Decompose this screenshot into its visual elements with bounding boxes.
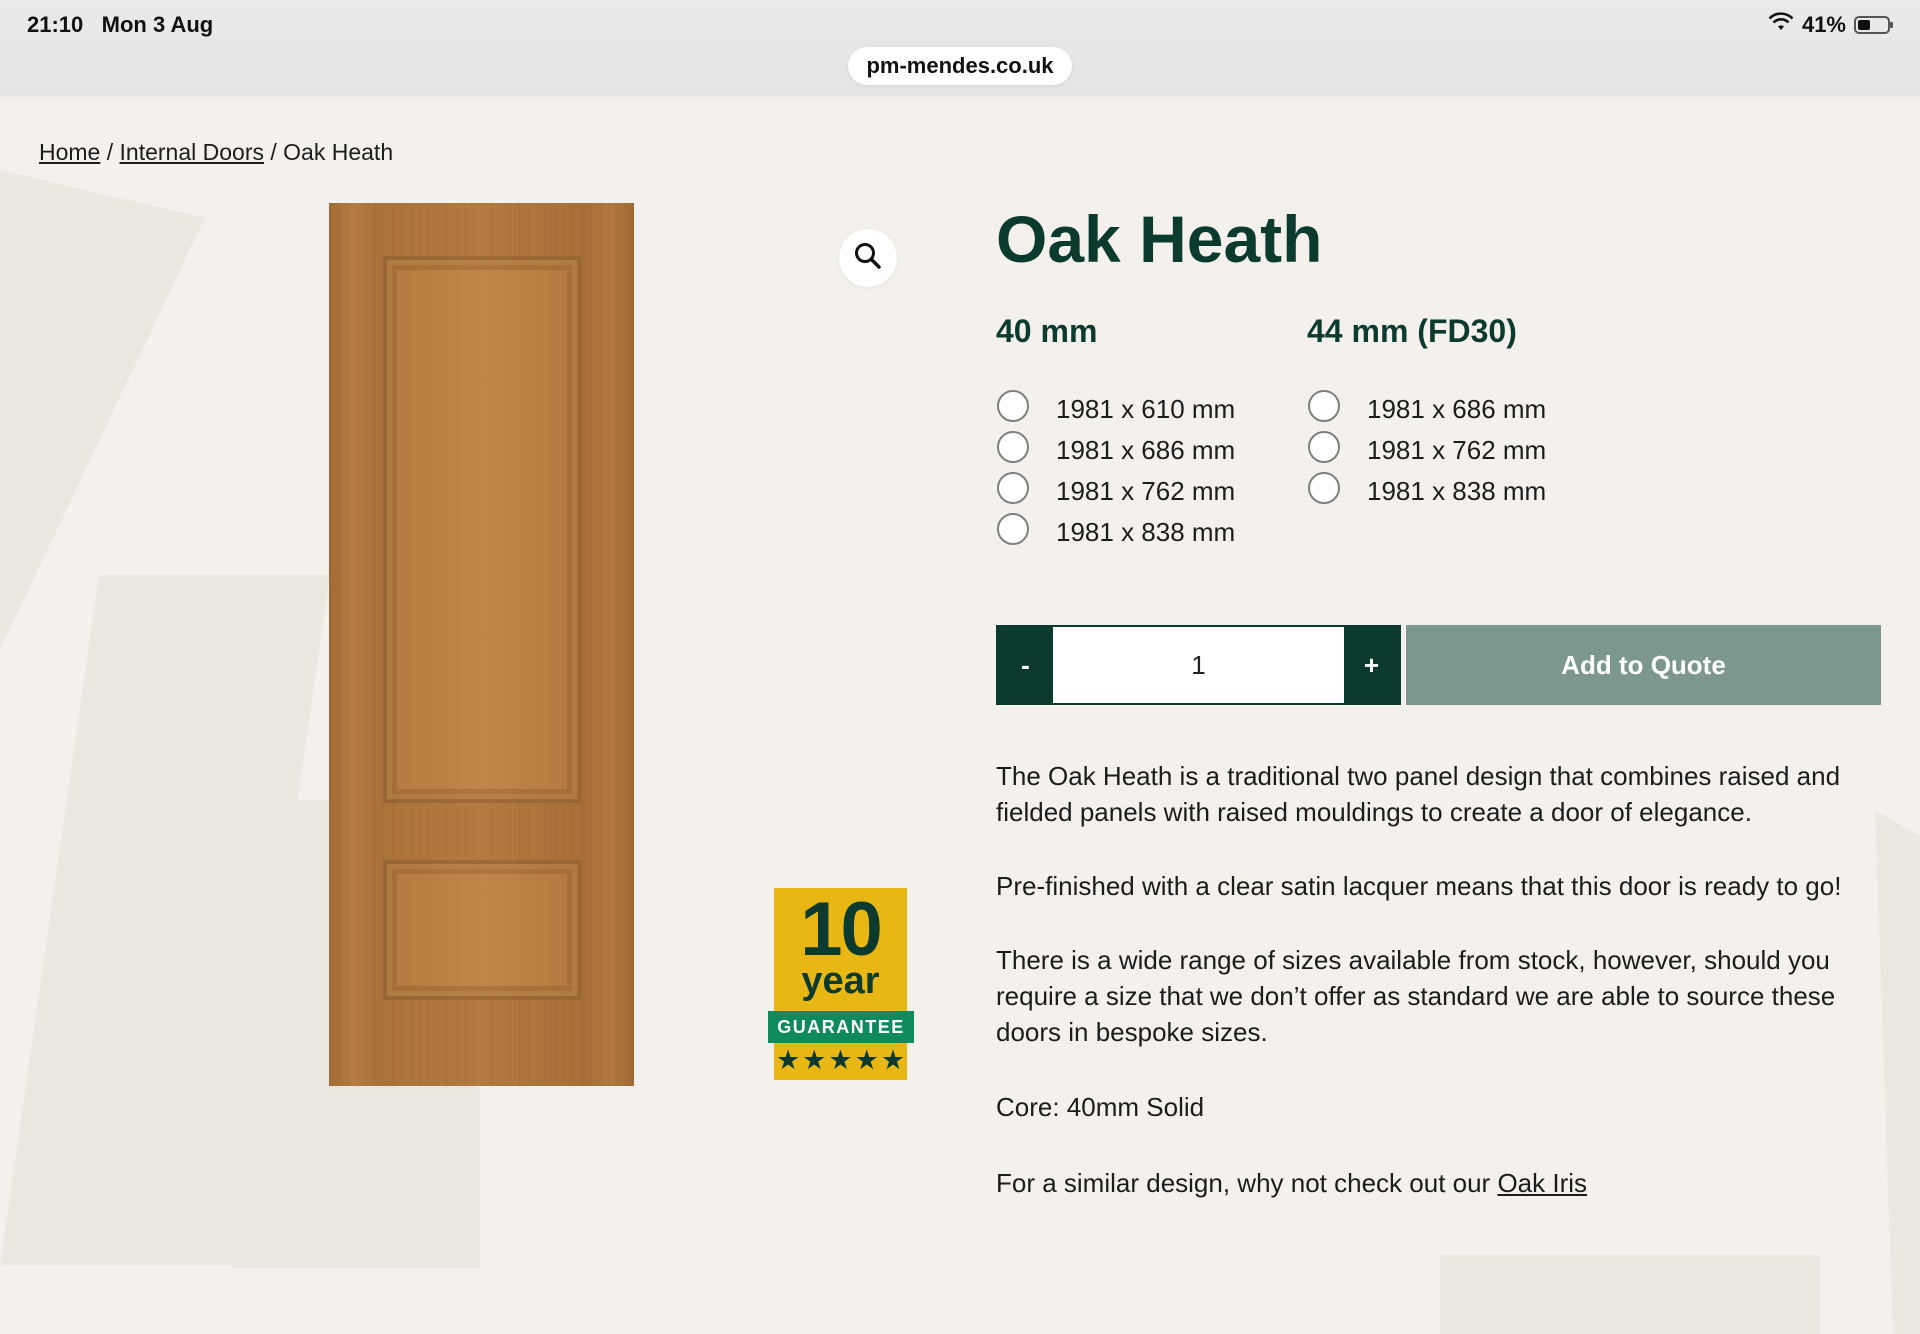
quantity-input[interactable]: 1 <box>1053 627 1344 703</box>
oak-iris-link[interactable]: Oak Iris <box>1497 1168 1587 1198</box>
option-group-heading-40mm: 40 mm <box>996 313 1098 349</box>
star-icon: ★ <box>880 1045 906 1075</box>
url-bar[interactable]: pm-mendes.co.uk <box>848 47 1072 85</box>
similar-design-text: For a similar design, why not check out … <box>996 1165 1876 1201</box>
size-option-label: 1981 x 838 mm <box>1367 476 1547 506</box>
breadcrumb-current: Oak Heath <box>283 139 394 165</box>
size-option-label: 1981 x 610 mm <box>1056 394 1236 424</box>
battery-icon <box>1854 16 1893 34</box>
product-image[interactable] <box>329 203 634 1086</box>
size-options-40mm: 1981 x 610 mm 1981 x 686 mm 1981 x 762 m… <box>997 385 1235 549</box>
background-shape <box>1875 810 1920 1334</box>
size-option[interactable]: 1981 x 610 mm <box>997 385 1235 426</box>
product-title: Oak Heath <box>996 202 1323 276</box>
radio-button[interactable] <box>1308 430 1340 463</box>
door-panel-top <box>383 256 581 803</box>
size-option[interactable]: 1981 x 838 mm <box>1308 467 1546 508</box>
size-option[interactable]: 1981 x 686 mm <box>1308 385 1546 426</box>
description-paragraph: There is a wide range of sizes available… <box>996 945 1836 1047</box>
radio-button[interactable] <box>997 512 1029 545</box>
size-options-44mm: 1981 x 686 mm 1981 x 762 mm 1981 x 838 m… <box>1308 385 1546 508</box>
badge-label: GUARANTEE <box>768 1011 914 1043</box>
star-icon: ★ <box>854 1045 879 1075</box>
breadcrumb-separator: / <box>106 139 114 165</box>
size-option[interactable]: 1981 x 838 mm <box>997 508 1235 549</box>
breadcrumb-home-link[interactable]: Home <box>39 139 100 165</box>
breadcrumb-separator: / <box>270 139 277 165</box>
badge-unit: year <box>801 960 880 1002</box>
battery-percent: 41% <box>1801 12 1846 37</box>
badge-stars: ★ ★ ★ ★ ★ <box>774 1045 907 1075</box>
url-text: pm-mendes.co.uk <box>866 53 1054 78</box>
size-option-label: 1981 x 762 mm <box>1056 476 1236 506</box>
star-icon: ★ <box>775 1045 801 1075</box>
size-option-label: 1981 x 838 mm <box>1056 517 1236 547</box>
quantity-decrease-button[interactable]: - <box>998 627 1053 703</box>
breadcrumb: Home / Internal Doors / Oak Heath <box>39 139 393 166</box>
option-group-heading-44mm: 44 mm (FD30) <box>1307 313 1517 349</box>
size-option-label: 1981 x 686 mm <box>1056 435 1236 465</box>
door-panel-bottom <box>383 860 581 1000</box>
radio-button[interactable] <box>997 471 1029 504</box>
zoom-button[interactable] <box>839 229 897 287</box>
description-paragraph: Pre-finished with a clear satin lacquer … <box>996 871 1842 901</box>
status-date: Mon 3 Aug <box>101 12 214 37</box>
radio-button[interactable] <box>1308 389 1340 422</box>
size-option-label: 1981 x 762 mm <box>1367 435 1547 465</box>
status-bar: 21:10 Mon 3 Aug 41% pm-mendes.co.uk <box>0 0 1920 96</box>
status-indicators: 41% <box>1768 12 1893 38</box>
badge-number: 10 <box>800 887 883 972</box>
status-clock: 21:10 Mon 3 Aug <box>27 12 213 38</box>
wifi-icon <box>1768 12 1794 38</box>
quantity-increase-button[interactable]: + <box>1344 627 1399 703</box>
radio-button[interactable] <box>997 430 1029 463</box>
size-option[interactable]: 1981 x 762 mm <box>997 467 1235 508</box>
guarantee-badge: 10 year GUARANTEE ★ ★ ★ ★ ★ <box>768 888 914 1080</box>
radio-button[interactable] <box>1308 471 1340 504</box>
description-paragraph: The Oak Heath is a traditional two panel… <box>996 761 1841 827</box>
star-icon: ★ <box>828 1045 853 1075</box>
star-icon: ★ <box>802 1045 827 1075</box>
size-option[interactable]: 1981 x 762 mm <box>1308 426 1546 467</box>
similar-design-prefix: For a similar design, why not check out … <box>996 1168 1498 1198</box>
size-option-label: 1981 x 686 mm <box>1367 394 1547 424</box>
radio-button[interactable] <box>997 389 1029 422</box>
magnifier-icon <box>853 241 883 276</box>
core-spec: Core: 40mm Solid <box>996 1092 1205 1122</box>
breadcrumb-internal-doors-link[interactable]: Internal Doors <box>120 139 264 165</box>
size-option[interactable]: 1981 x 686 mm <box>997 426 1235 467</box>
background-shape <box>1440 1255 1820 1334</box>
add-to-quote-button[interactable]: Add to Quote <box>1406 625 1881 705</box>
status-time: 21:10 <box>27 12 84 37</box>
quantity-stepper: - 1 + <box>996 625 1401 705</box>
